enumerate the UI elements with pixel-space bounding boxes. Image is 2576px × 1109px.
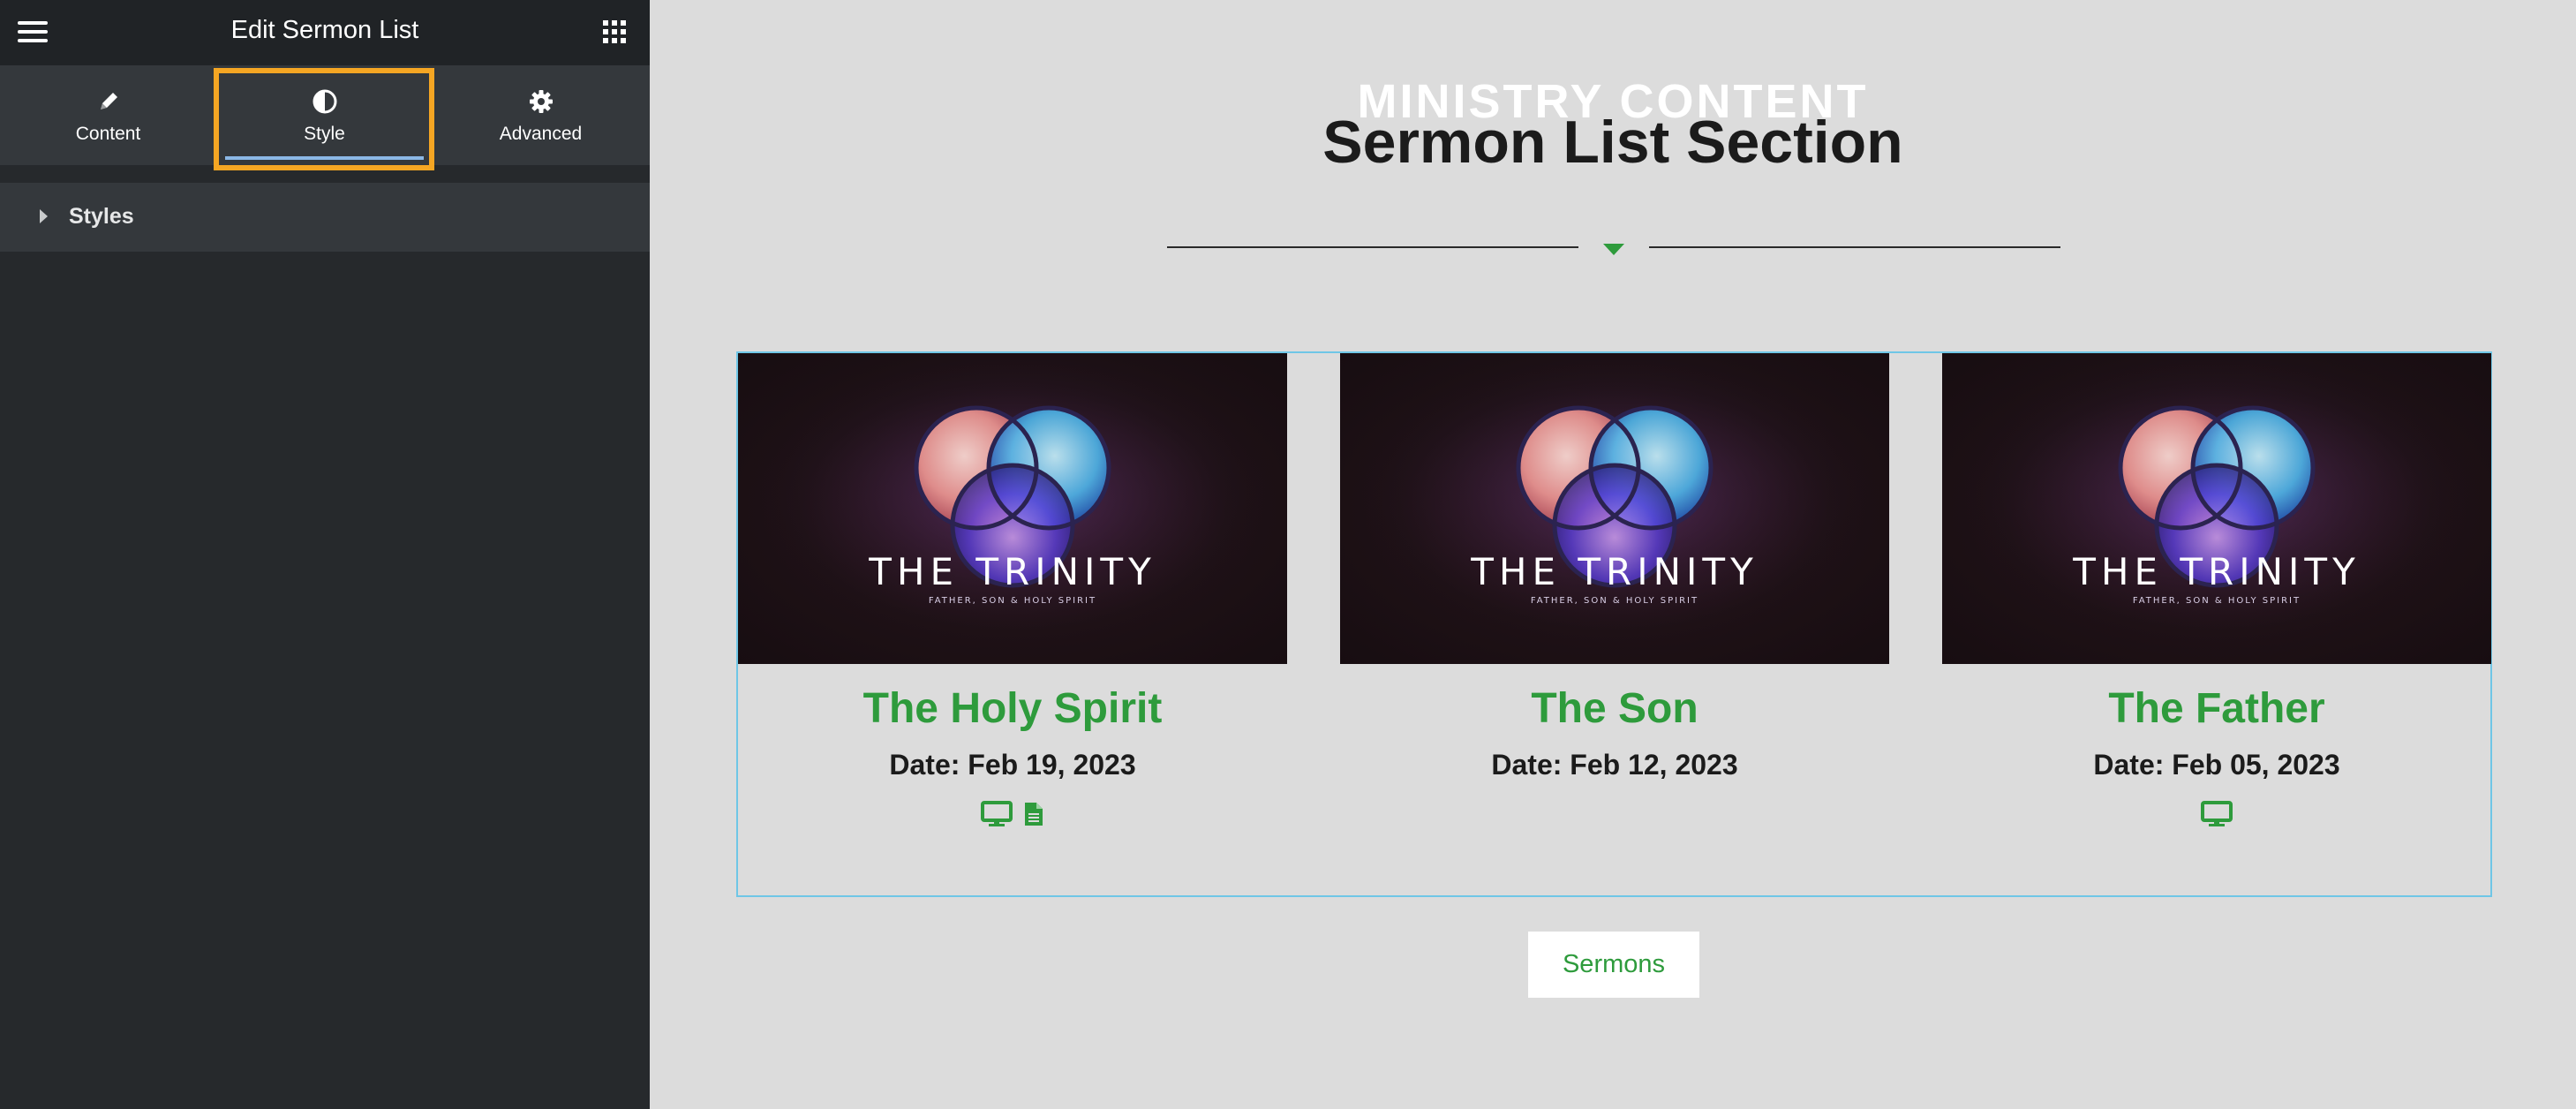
trinity-artwork: THE TRINITY FATHER, SON & HOLY SPIRIT	[1340, 353, 1889, 664]
sermon-date: Date: Feb 12, 2023	[1491, 749, 1738, 781]
sermon-thumbnail[interactable]: THE TRINITY FATHER, SON & HOLY SPIRIT	[1340, 353, 1889, 664]
artwork-subtitle: FATHER, SON & HOLY SPIRIT	[929, 596, 1096, 606]
video-monitor-icon[interactable]	[981, 801, 1013, 827]
sermon-card: THE TRINITY FATHER, SON & HOLY SPIRIT Th…	[1942, 353, 2491, 895]
gear-icon	[529, 90, 553, 113]
sermon-date: Date: Feb 05, 2023	[2093, 749, 2340, 781]
trinity-artwork: THE TRINITY FATHER, SON & HOLY SPIRIT	[738, 353, 1287, 664]
divider-line	[1649, 246, 2060, 248]
tab-advanced[interactable]: Advanced	[433, 65, 649, 165]
panel-tabs: Content Style Advanced	[0, 65, 650, 165]
artwork-title: THE TRINITY	[2072, 550, 2360, 593]
sermon-title-link[interactable]: The Father	[1942, 684, 2491, 733]
sermon-title-link[interactable]: The Son	[1340, 684, 1889, 733]
sermon-card: THE TRINITY FATHER, SON & HOLY SPIRIT Th…	[738, 353, 1287, 895]
sermon-date: Date: Feb 19, 2023	[889, 749, 1136, 781]
sermon-thumbnail[interactable]: THE TRINITY FATHER, SON & HOLY SPIRIT	[1942, 353, 2491, 664]
sermon-thumbnail[interactable]: THE TRINITY FATHER, SON & HOLY SPIRIT	[738, 353, 1287, 664]
panel-header: Edit Sermon List	[0, 0, 650, 65]
document-icon[interactable]	[1023, 801, 1044, 827]
active-tab-indicator	[225, 156, 424, 160]
panel-title: Edit Sermon List	[230, 16, 419, 44]
sermon-media-icons	[1942, 801, 2491, 827]
sermons-button[interactable]: Sermons	[1528, 932, 1699, 998]
sermon-media-icons	[738, 801, 1287, 827]
section-title: Sermon List Section	[1322, 109, 1903, 176]
divider-line	[1167, 246, 1578, 248]
sermon-title-link[interactable]: The Holy Spirit	[738, 684, 1287, 733]
divider-caret-icon	[1603, 244, 1624, 255]
tab-style[interactable]: Style	[216, 65, 433, 165]
tab-content[interactable]: Content	[0, 65, 216, 165]
artwork-title: THE TRINITY	[868, 550, 1156, 593]
sermon-list-widget[interactable]: THE TRINITY FATHER, SON & HOLY SPIRIT Th…	[736, 351, 2492, 897]
artwork-subtitle: FATHER, SON & HOLY SPIRIT	[2133, 596, 2301, 606]
tab-label: Content	[75, 124, 141, 144]
tab-label: Style	[304, 124, 345, 144]
sermon-card: THE TRINITY FATHER, SON & HOLY SPIRIT Th…	[1340, 353, 1889, 895]
artwork-subtitle: FATHER, SON & HOLY SPIRIT	[1531, 596, 1699, 606]
styles-section-toggle[interactable]: Styles	[0, 183, 650, 252]
trinity-artwork: THE TRINITY FATHER, SON & HOLY SPIRIT	[1942, 353, 2491, 664]
half-circle-contrast-icon	[313, 89, 336, 114]
section-label: Styles	[69, 204, 134, 229]
pencil-icon	[100, 93, 117, 109]
preview-canvas: MINISTRY CONTENT Sermon List Section THE…	[650, 0, 2576, 1109]
editor-panel: Edit Sermon List Content Style Advanced …	[0, 0, 650, 1109]
caret-right-icon	[40, 209, 48, 223]
artwork-title: THE TRINITY	[1470, 550, 1758, 593]
tab-label: Advanced	[499, 124, 583, 144]
video-monitor-icon[interactable]	[2201, 801, 2233, 827]
apps-grid-icon[interactable]	[603, 20, 626, 43]
